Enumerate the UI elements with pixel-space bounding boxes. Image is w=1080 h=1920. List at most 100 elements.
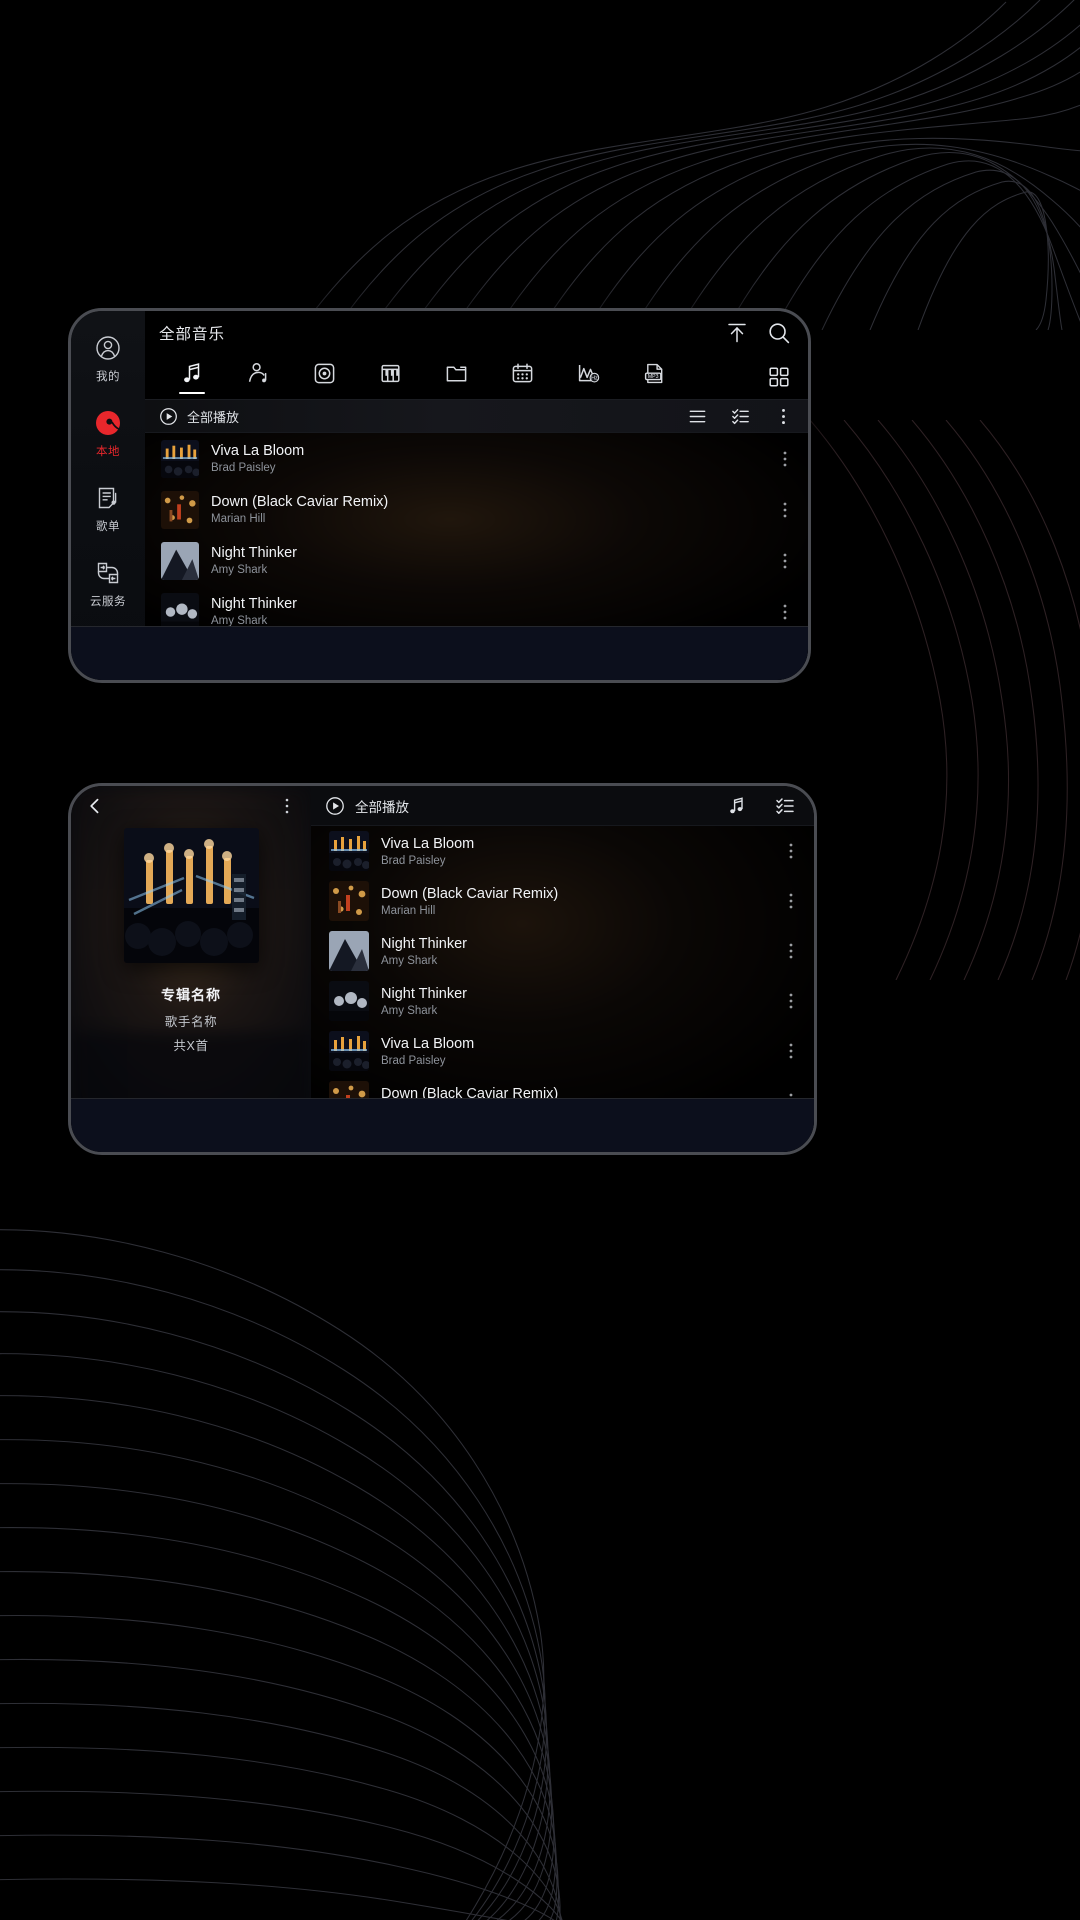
song-artist: Brad Paisley — [211, 462, 276, 474]
song-meta: Viva La Bloom Brad Paisley — [211, 443, 776, 474]
song-more-icon[interactable] — [776, 448, 794, 470]
album-art — [329, 981, 369, 1021]
album-track-count: 共X首 — [173, 1039, 209, 1053]
sidebar-item-local[interactable]: 本地 — [71, 408, 145, 459]
phone-screen-album-detail: 专辑名称 歌手名称 共X首 全部播放 Viva La Bloom Brad Pa… — [68, 783, 817, 1155]
song-title: Viva La Bloom — [211, 443, 305, 459]
now-playing-artwork[interactable] — [71, 1099, 814, 1152]
song-title: Viva La Bloom — [381, 835, 475, 852]
multi-select-icon[interactable] — [730, 406, 751, 427]
album-art — [329, 831, 369, 871]
album-cover-art[interactable] — [123, 828, 259, 963]
phone-screen-all-music: 我的 本地 歌单 云服务 全部音乐 Hz MP3 全部播放 Viva La Bl… — [68, 308, 811, 683]
song-meta: Down (Black Caviar Remix) Marian Hill — [211, 494, 776, 525]
tab-albums[interactable] — [291, 360, 357, 394]
now-playing-bar: Love and War (爱与战争) Brad Paisley (布拉德·帕斯… — [71, 626, 808, 680]
play-all-bar: 全部播放 — [311, 786, 814, 826]
song-artist: Brad Paisley — [381, 854, 446, 867]
album-name: 专辑名称 — [161, 987, 221, 1003]
list-view-icon[interactable] — [687, 406, 708, 427]
album-art — [161, 541, 199, 580]
song-artist: Brad Paisley — [381, 1054, 446, 1067]
multi-select-icon[interactable] — [774, 795, 796, 817]
album-disc-icon — [314, 363, 334, 384]
album-text-block: 专辑名称 歌手名称 共X首 — [161, 985, 221, 1054]
song-meta: Viva La Bloom Brad Paisley — [381, 1036, 782, 1067]
more-vertical-icon[interactable] — [277, 796, 297, 816]
sidebar-nav: 我的 本地 歌单 云服务 — [71, 311, 145, 680]
song-meta: Night Thinker Amy Shark — [381, 936, 782, 967]
upload-icon[interactable] — [724, 320, 750, 346]
song-artist: Amy Shark — [381, 954, 438, 967]
song-more-icon[interactable] — [782, 940, 800, 962]
play-circle-icon[interactable] — [325, 796, 345, 816]
vinyl-record-icon — [96, 411, 120, 435]
song-row[interactable]: Viva La Bloom Brad Paisley — [311, 1026, 814, 1076]
sidebar-item-mine[interactable]: 我的 — [71, 333, 145, 384]
topographic-background-right — [800, 420, 1080, 980]
song-title: Down (Black Caviar Remix) — [211, 494, 389, 510]
calendar-icon — [512, 363, 532, 383]
song-artist: Amy Shark — [381, 1004, 438, 1017]
tab-folders[interactable] — [423, 360, 489, 394]
song-row[interactable]: Night Thinker Amy Shark — [311, 976, 814, 1026]
more-vertical-icon[interactable] — [773, 406, 794, 427]
song-title: Night Thinker — [211, 596, 297, 612]
song-row[interactable]: Down (Black Caviar Remix) Marian Hill — [311, 876, 814, 926]
sidebar-item-label: 云服务 — [90, 596, 126, 608]
screenshot-root: 我的 本地 歌单 云服务 全部音乐 Hz MP3 全部播放 Viva La Bl… — [0, 0, 1080, 1920]
tab-genres[interactable] — [357, 360, 423, 394]
svg-text:Hz: Hz — [591, 376, 598, 382]
tab-format[interactable]: MP3 — [621, 360, 687, 394]
cloud-sync-icon — [97, 562, 119, 584]
song-title: Night Thinker — [211, 545, 297, 561]
main-content: 全部音乐 Hz MP3 全部播放 Viva La Bloom Brad Pais… — [145, 311, 808, 680]
tab-songs[interactable] — [159, 360, 225, 394]
tab-date[interactable] — [489, 360, 555, 394]
sidebar-item-label: 我的 — [96, 371, 120, 383]
grid-view-icon[interactable] — [766, 364, 792, 390]
tab-quality[interactable]: Hz — [555, 360, 621, 394]
svg-text:MP3: MP3 — [647, 374, 658, 380]
sidebar-item-cloud[interactable]: 云服务 — [71, 558, 145, 609]
search-icon[interactable] — [766, 320, 792, 346]
play-circle-icon[interactable] — [159, 407, 178, 426]
song-meta: Night Thinker Amy Shark — [381, 986, 782, 1017]
song-more-icon[interactable] — [782, 990, 800, 1012]
play-all-bar: 全部播放 — [145, 399, 808, 433]
now-playing-artwork[interactable] — [71, 627, 808, 680]
song-more-icon[interactable] — [776, 601, 794, 623]
music-note-icon — [183, 363, 199, 383]
song-more-icon[interactable] — [776, 550, 794, 572]
user-circle-icon — [96, 336, 120, 360]
page-title: 全部音乐 — [159, 326, 226, 343]
song-more-icon[interactable] — [782, 840, 800, 862]
song-row[interactable]: Viva La Bloom Brad Paisley — [145, 433, 808, 484]
play-all-label: 全部播放 — [355, 799, 409, 815]
sidebar-item-playlist[interactable]: 歌单 — [71, 483, 145, 534]
song-title: Down (Black Caviar Remix) — [381, 885, 559, 902]
folder-icon — [446, 366, 466, 382]
music-note-icon[interactable] — [726, 795, 748, 817]
song-row[interactable]: Down (Black Caviar Remix) Marian Hill — [145, 484, 808, 535]
tab-active-underline — [179, 392, 205, 394]
song-more-icon[interactable] — [782, 890, 800, 912]
album-artist: 歌手名称 — [164, 1015, 218, 1029]
song-row[interactable]: Night Thinker Amy Shark — [145, 535, 808, 586]
song-more-icon[interactable] — [776, 499, 794, 521]
chevron-left-icon[interactable] — [85, 796, 105, 816]
song-row[interactable]: Night Thinker Amy Shark — [311, 926, 814, 976]
song-meta: Night Thinker Amy Shark — [211, 545, 776, 576]
album-art — [329, 931, 369, 971]
song-title: Viva La Bloom — [381, 1035, 475, 1052]
tab-artists[interactable] — [225, 360, 291, 394]
album-art — [329, 1031, 369, 1071]
topographic-background-bottom — [0, 1190, 1080, 1920]
song-artist: Marian Hill — [211, 513, 266, 525]
song-meta: Viva La Bloom Brad Paisley — [381, 836, 782, 867]
waveform-hz-icon: Hz — [578, 365, 599, 383]
song-meta: Down (Black Caviar Remix) Marian Hill — [381, 886, 782, 917]
piano-keys-icon — [380, 364, 400, 383]
song-row[interactable]: Viva La Bloom Brad Paisley — [311, 826, 814, 876]
song-more-icon[interactable] — [782, 1040, 800, 1062]
